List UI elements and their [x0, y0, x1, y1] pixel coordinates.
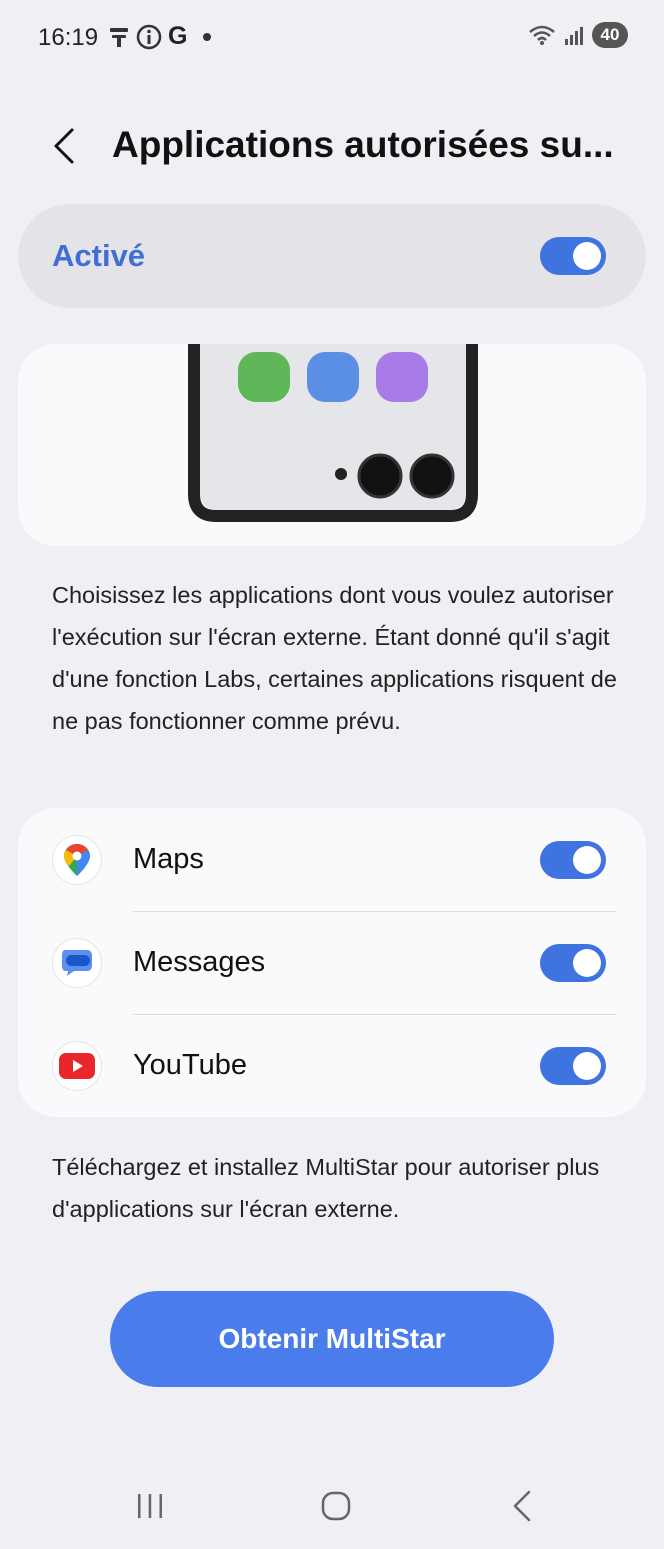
app-tile-purple — [376, 352, 428, 402]
status-time: 16:19 — [38, 24, 99, 51]
apps-list: Maps Messages YouTube — [18, 808, 646, 1117]
app-row-messages[interactable]: Messages — [18, 911, 646, 1014]
master-switch-label: Activé — [52, 238, 146, 273]
settings-screen: 16:19 G 40 Applications autorisées su...… — [0, 0, 664, 1549]
toggle-knob — [573, 846, 601, 874]
app-label: YouTube — [133, 1049, 247, 1081]
app-tile-green — [238, 352, 290, 402]
chevron-left-icon — [54, 128, 74, 164]
description-text: Choisissez les applications dont vous vo… — [52, 582, 617, 734]
status-bar: 16:19 G 40 — [0, 0, 664, 76]
get-multistar-button[interactable]: Obtenir MultiStar — [110, 1291, 554, 1387]
back-button[interactable] — [44, 124, 88, 168]
toggle-knob — [573, 1052, 601, 1080]
app-label: Messages — [133, 946, 266, 978]
youtube-icon — [59, 1053, 95, 1079]
home-button[interactable] — [306, 1486, 366, 1526]
master-switch-row[interactable]: Activé — [18, 204, 646, 308]
header: Applications autorisées su... — [0, 112, 664, 182]
camera-flash — [335, 468, 347, 480]
dot-icon — [203, 32, 212, 41]
back-nav-button[interactable] — [492, 1486, 552, 1526]
info-circle-icon — [136, 24, 162, 49]
toggle-knob — [573, 949, 601, 977]
page-title: Applications autorisées su... — [112, 124, 614, 165]
battery-icon: 40 — [592, 22, 628, 48]
recent-apps-icon — [138, 1494, 162, 1518]
footer-note: Téléchargez et installez MultiStar pour … — [52, 1154, 600, 1222]
navigation-bar — [0, 1460, 664, 1549]
app-row-youtube[interactable]: YouTube — [18, 1014, 646, 1117]
google-maps-icon — [64, 844, 90, 876]
app-tile-blue — [307, 352, 359, 402]
youtube-toggle[interactable] — [540, 1047, 606, 1085]
camera-lens-2 — [409, 453, 455, 499]
app-label: Maps — [133, 843, 204, 875]
app-icon — [52, 938, 102, 988]
home-icon — [321, 1491, 351, 1521]
recent-apps-button[interactable] — [120, 1486, 180, 1526]
camera-lens-1 — [357, 453, 403, 499]
status-right-icons: 40 — [528, 22, 628, 48]
google-icon: G — [168, 22, 188, 50]
illustration-card — [18, 344, 646, 546]
maps-toggle[interactable] — [540, 841, 606, 879]
app-icon — [52, 835, 102, 885]
status-left-icons: G — [108, 22, 212, 51]
messages-toggle[interactable] — [540, 944, 606, 982]
google-messages-icon — [62, 950, 92, 976]
notification-flag-icon — [110, 27, 128, 47]
wifi-icon — [529, 25, 555, 45]
toggle-knob — [573, 242, 601, 270]
signal-icon — [565, 27, 583, 45]
cover-screen-illustration — [188, 344, 478, 522]
app-icon — [52, 1041, 102, 1091]
app-row-maps[interactable]: Maps — [18, 808, 646, 911]
master-toggle[interactable] — [540, 237, 606, 275]
back-nav-icon — [513, 1490, 531, 1522]
